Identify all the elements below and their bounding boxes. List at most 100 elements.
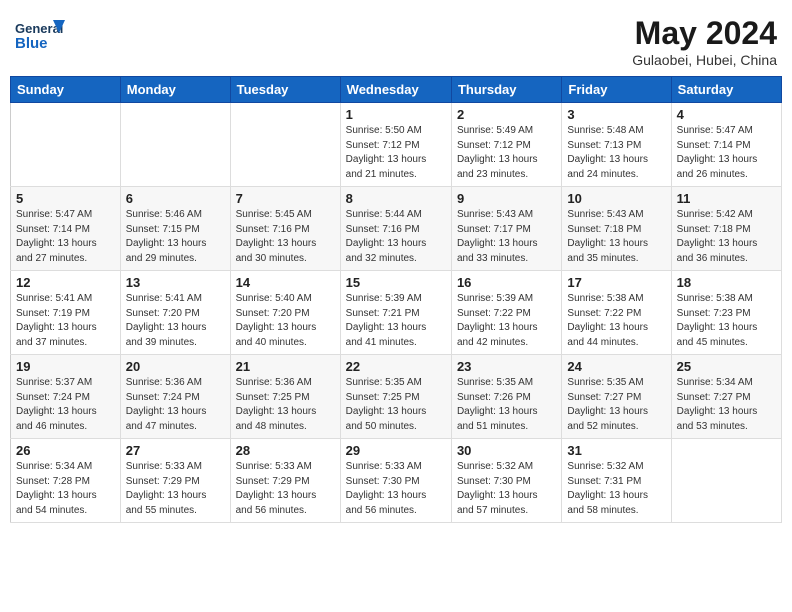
day-info: Sunrise: 5:44 AM Sunset: 7:16 PM Dayligh… <box>346 208 446 266</box>
day-number: 31 <box>567 443 665 458</box>
calendar-cell: 22 Sunrise: 5:35 AM Sunset: 7:25 PM Dayli… <box>340 355 451 439</box>
day-info: Sunrise: 5:34 AM Sunset: 7:28 PM Dayligh… <box>16 460 115 518</box>
day-info: Sunrise: 5:45 AM Sunset: 7:16 PM Dayligh… <box>236 208 335 266</box>
calendar-cell <box>120 103 230 187</box>
day-info: Sunrise: 5:39 AM Sunset: 7:21 PM Dayligh… <box>346 292 446 350</box>
calendar-cell: 16 Sunrise: 5:39 AM Sunset: 7:22 PM Dayli… <box>451 271 561 355</box>
day-info: Sunrise: 5:43 AM Sunset: 7:18 PM Dayligh… <box>567 208 665 266</box>
calendar-cell: 19Sunrise: 5:37 AM Sunset: 7:24 PM Dayli… <box>11 355 121 439</box>
weekday-header: Thursday <box>451 77 561 103</box>
day-info: Sunrise: 5:36 AM Sunset: 7:24 PM Dayligh… <box>126 376 225 434</box>
day-info: Sunrise: 5:35 AM Sunset: 7:25 PM Dayligh… <box>346 376 446 434</box>
title-block: May 2024 Gulaobei, Hubei, China <box>632 15 777 68</box>
location-subtitle: Gulaobei, Hubei, China <box>632 52 777 68</box>
day-number: 16 <box>457 275 556 290</box>
calendar-week-row: 19Sunrise: 5:37 AM Sunset: 7:24 PM Dayli… <box>11 355 782 439</box>
day-number: 14 <box>236 275 335 290</box>
day-info: Sunrise: 5:43 AM Sunset: 7:17 PM Dayligh… <box>457 208 556 266</box>
calendar-cell: 25Sunrise: 5:34 AM Sunset: 7:27 PM Dayli… <box>671 355 781 439</box>
day-number: 11 <box>677 191 776 206</box>
day-info: Sunrise: 5:46 AM Sunset: 7:15 PM Dayligh… <box>126 208 225 266</box>
calendar-cell: 21 Sunrise: 5:36 AM Sunset: 7:25 PM Dayli… <box>230 355 340 439</box>
calendar-week-row: 26Sunrise: 5:34 AM Sunset: 7:28 PM Dayli… <box>11 439 782 523</box>
calendar-cell: 9 Sunrise: 5:43 AM Sunset: 7:17 PM Daylig… <box>451 187 561 271</box>
calendar-cell: 1 Sunrise: 5:50 AM Sunset: 7:12 PM Daylig… <box>340 103 451 187</box>
calendar-cell: 5 Sunrise: 5:47 AM Sunset: 7:14 PM Daylig… <box>11 187 121 271</box>
day-info: Sunrise: 5:32 AM Sunset: 7:31 PM Dayligh… <box>567 460 665 518</box>
svg-text:Blue: Blue <box>15 35 48 52</box>
day-number: 12 <box>16 275 115 290</box>
calendar-cell: 20 Sunrise: 5:36 AM Sunset: 7:24 PM Dayli… <box>120 355 230 439</box>
day-info: Sunrise: 5:33 AM Sunset: 7:29 PM Dayligh… <box>126 460 225 518</box>
day-info: Sunrise: 5:33 AM Sunset: 7:30 PM Dayligh… <box>346 460 446 518</box>
day-info: Sunrise: 5:42 AM Sunset: 7:18 PM Dayligh… <box>677 208 776 266</box>
day-info: Sunrise: 5:49 AM Sunset: 7:12 PM Dayligh… <box>457 124 556 182</box>
day-number: 29 <box>346 443 446 458</box>
calendar-cell: 10 Sunrise: 5:43 AM Sunset: 7:18 PM Dayli… <box>562 187 671 271</box>
calendar-cell: 8 Sunrise: 5:44 AM Sunset: 7:16 PM Daylig… <box>340 187 451 271</box>
day-info: Sunrise: 5:39 AM Sunset: 7:22 PM Dayligh… <box>457 292 556 350</box>
calendar-cell: 23 Sunrise: 5:35 AM Sunset: 7:26 PM Dayli… <box>451 355 561 439</box>
day-number: 30 <box>457 443 556 458</box>
day-number: 5 <box>16 191 115 206</box>
calendar-cell <box>11 103 121 187</box>
day-info: Sunrise: 5:33 AM Sunset: 7:29 PM Dayligh… <box>236 460 335 518</box>
day-number: 28 <box>236 443 335 458</box>
day-number: 22 <box>346 359 446 374</box>
calendar-cell: 24 Sunrise: 5:35 AM Sunset: 7:27 PM Dayli… <box>562 355 671 439</box>
day-number: 8 <box>346 191 446 206</box>
day-info: Sunrise: 5:50 AM Sunset: 7:12 PM Dayligh… <box>346 124 446 182</box>
calendar-cell: 12Sunrise: 5:41 AM Sunset: 7:19 PM Dayli… <box>11 271 121 355</box>
day-number: 21 <box>236 359 335 374</box>
day-info: Sunrise: 5:35 AM Sunset: 7:26 PM Dayligh… <box>457 376 556 434</box>
calendar-cell: 18 Sunrise: 5:38 AM Sunset: 7:23 PM Dayli… <box>671 271 781 355</box>
day-number: 10 <box>567 191 665 206</box>
logo-icon: General Blue <box>15 15 65 55</box>
day-number: 4 <box>677 107 776 122</box>
calendar-cell <box>671 439 781 523</box>
day-info: Sunrise: 5:38 AM Sunset: 7:22 PM Dayligh… <box>567 292 665 350</box>
day-info: Sunrise: 5:41 AM Sunset: 7:20 PM Dayligh… <box>126 292 225 350</box>
calendar-cell: 4 Sunrise: 5:47 AM Sunset: 7:14 PM Daylig… <box>671 103 781 187</box>
day-number: 1 <box>346 107 446 122</box>
calendar-week-row: 12Sunrise: 5:41 AM Sunset: 7:19 PM Dayli… <box>11 271 782 355</box>
calendar-cell: 28 Sunrise: 5:33 AM Sunset: 7:29 PM Dayli… <box>230 439 340 523</box>
day-number: 17 <box>567 275 665 290</box>
day-number: 20 <box>126 359 225 374</box>
calendar-cell: 15 Sunrise: 5:39 AM Sunset: 7:21 PM Dayli… <box>340 271 451 355</box>
day-number: 7 <box>236 191 335 206</box>
day-info: Sunrise: 5:34 AM Sunset: 7:27 PM Dayligh… <box>677 376 776 434</box>
calendar-cell: 11 Sunrise: 5:42 AM Sunset: 7:18 PM Dayli… <box>671 187 781 271</box>
weekday-header: Friday <box>562 77 671 103</box>
calendar-cell: 26Sunrise: 5:34 AM Sunset: 7:28 PM Dayli… <box>11 439 121 523</box>
calendar-cell: 2Sunrise: 5:49 AM Sunset: 7:12 PM Daylig… <box>451 103 561 187</box>
day-number: 18 <box>677 275 776 290</box>
day-number: 15 <box>346 275 446 290</box>
day-info: Sunrise: 5:37 AM Sunset: 7:24 PM Dayligh… <box>16 376 115 434</box>
day-info: Sunrise: 5:47 AM Sunset: 7:14 PM Dayligh… <box>16 208 115 266</box>
calendar-cell: 3Sunrise: 5:48 AM Sunset: 7:13 PM Daylig… <box>562 103 671 187</box>
calendar-week-row: 1 Sunrise: 5:50 AM Sunset: 7:12 PM Daylig… <box>11 103 782 187</box>
calendar-cell: 27 Sunrise: 5:33 AM Sunset: 7:29 PM Dayli… <box>120 439 230 523</box>
day-info: Sunrise: 5:47 AM Sunset: 7:14 PM Dayligh… <box>677 124 776 182</box>
day-number: 9 <box>457 191 556 206</box>
page-header: General Blue May 2024 Gulaobei, Hubei, C… <box>10 10 782 68</box>
calendar-cell: 7 Sunrise: 5:45 AM Sunset: 7:16 PM Daylig… <box>230 187 340 271</box>
day-number: 23 <box>457 359 556 374</box>
day-info: Sunrise: 5:36 AM Sunset: 7:25 PM Dayligh… <box>236 376 335 434</box>
calendar-cell: 14Sunrise: 5:40 AM Sunset: 7:20 PM Dayli… <box>230 271 340 355</box>
weekday-header: Sunday <box>11 77 121 103</box>
day-info: Sunrise: 5:48 AM Sunset: 7:13 PM Dayligh… <box>567 124 665 182</box>
day-info: Sunrise: 5:35 AM Sunset: 7:27 PM Dayligh… <box>567 376 665 434</box>
weekday-header: Monday <box>120 77 230 103</box>
calendar-table: SundayMondayTuesdayWednesdayThursdayFrid… <box>10 76 782 523</box>
weekday-header: Saturday <box>671 77 781 103</box>
calendar-cell: 30 Sunrise: 5:32 AM Sunset: 7:30 PM Dayli… <box>451 439 561 523</box>
day-info: Sunrise: 5:32 AM Sunset: 7:30 PM Dayligh… <box>457 460 556 518</box>
day-number: 24 <box>567 359 665 374</box>
day-number: 27 <box>126 443 225 458</box>
day-number: 13 <box>126 275 225 290</box>
day-info: Sunrise: 5:38 AM Sunset: 7:23 PM Dayligh… <box>677 292 776 350</box>
calendar-cell: 29 Sunrise: 5:33 AM Sunset: 7:30 PM Dayli… <box>340 439 451 523</box>
calendar-cell: 31 Sunrise: 5:32 AM Sunset: 7:31 PM Dayli… <box>562 439 671 523</box>
